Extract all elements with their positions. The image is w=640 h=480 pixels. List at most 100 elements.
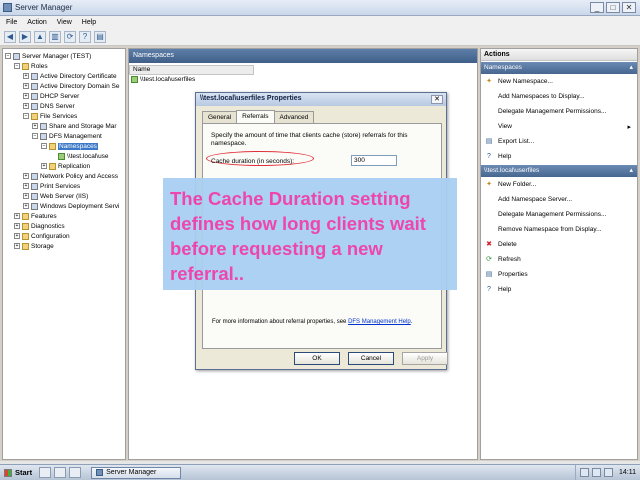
start-button[interactable]: Start [0, 466, 36, 480]
action-item[interactable]: View ▸ [481, 119, 637, 134]
minimize-button[interactable]: _ [590, 2, 604, 13]
forward-icon[interactable]: ▶ [19, 31, 31, 43]
tree-node[interactable]: + Active Directory Domain Se [3, 81, 125, 91]
dfs-help-link[interactable]: DFS Management Help [348, 319, 411, 325]
tab-advanced[interactable]: Advanced [273, 111, 315, 123]
taskbar-item-server-manager[interactable]: Server Manager [91, 466, 182, 479]
tree-node[interactable]: + Windows Deployment Servi [3, 201, 125, 211]
expand-toggle-icon[interactable]: + [14, 243, 20, 249]
tree-node[interactable]: + Storage [3, 241, 125, 251]
folder-icon [22, 242, 29, 250]
tree-node[interactable]: + Web Server (IIS) [3, 191, 125, 201]
close-button[interactable]: ✕ [622, 2, 636, 13]
tree-node[interactable]: + Features [3, 211, 125, 221]
tree-node[interactable]: \\test.local\use [3, 151, 125, 161]
back-icon[interactable]: ◀ [4, 31, 16, 43]
expand-toggle-icon[interactable]: − [32, 133, 38, 139]
up-icon[interactable]: ▲ [34, 31, 46, 43]
collapse-arrow-icon[interactable]: ▴ [629, 63, 633, 71]
menu-file[interactable]: File [6, 19, 17, 26]
expand-toggle-icon[interactable]: + [14, 223, 20, 229]
section-label: \\test.local\userfiles [484, 167, 540, 174]
refresh-icon[interactable]: ⟳ [64, 31, 76, 43]
tree-node-label: Share and Storage Mar [49, 122, 117, 130]
expand-toggle-icon[interactable]: − [5, 53, 11, 59]
action-item[interactable]: ? Help [481, 149, 637, 164]
clock[interactable]: 14:11 [619, 469, 636, 476]
taskbar: Start Server Manager 14:11 [0, 464, 640, 480]
tree-node[interactable]: − DFS Management [3, 131, 125, 141]
tree-node[interactable]: + Configuration [3, 231, 125, 241]
action-item[interactable]: ? Help [481, 282, 637, 297]
explorer-quicklaunch-icon[interactable] [69, 467, 82, 478]
expand-toggle-icon[interactable]: + [23, 203, 29, 209]
delete-icon: ✖ [486, 240, 492, 248]
column-header-name[interactable]: Name [129, 65, 254, 75]
action-item[interactable]: ▤ Properties [481, 267, 637, 282]
network-icon[interactable] [592, 468, 601, 477]
role-icon [31, 192, 38, 200]
language-icon[interactable] [580, 468, 589, 477]
powershell-quicklaunch-icon[interactable] [54, 467, 67, 478]
expand-toggle-icon[interactable]: + [14, 213, 20, 219]
action-item[interactable]: ✖ Delete [481, 237, 637, 252]
maximize-button[interactable]: □ [606, 2, 620, 13]
expand-toggle-icon[interactable]: − [14, 63, 20, 69]
action-item[interactable]: ▤ Export List... [481, 134, 637, 149]
collapse-arrow-icon[interactable]: ▴ [629, 166, 633, 174]
tree-node[interactable]: − Roles [3, 61, 125, 71]
tree-node[interactable]: + DNS Server [3, 101, 125, 111]
cache-duration-input[interactable]: 300 [351, 155, 397, 166]
expand-toggle-icon[interactable]: + [23, 183, 29, 189]
tree-node[interactable]: + Diagnostics [3, 221, 125, 231]
action-item[interactable]: Remove Namespace from Display... [481, 222, 637, 237]
folder-icon [22, 62, 29, 70]
cancel-button[interactable]: Cancel [348, 352, 394, 365]
ok-button[interactable]: OK [294, 352, 340, 365]
tree-node[interactable]: + Replication [3, 161, 125, 171]
action-item[interactable]: Add Namespaces to Display... [481, 89, 637, 104]
list-item[interactable]: \\test.local\userfiles [131, 76, 195, 83]
expand-toggle-icon[interactable]: + [23, 73, 29, 79]
properties-icon[interactable]: ▤ [94, 31, 106, 43]
tree-node[interactable]: + Print Services [3, 181, 125, 191]
tree-node[interactable]: + Share and Storage Mar [3, 121, 125, 131]
show-hide-tree-icon[interactable]: ▥ [49, 31, 61, 43]
expand-toggle-icon[interactable]: + [32, 123, 38, 129]
dialog-close-button[interactable]: ✕ [431, 95, 443, 104]
action-label: Delegate Management Permissions... [498, 108, 607, 115]
expand-toggle-icon[interactable]: + [23, 83, 29, 89]
menu-help[interactable]: Help [82, 19, 96, 26]
expand-toggle-icon[interactable]: + [41, 163, 47, 169]
server-manager-quicklaunch-icon[interactable] [39, 467, 52, 478]
volume-icon[interactable] [604, 468, 613, 477]
expand-toggle-icon[interactable]: + [23, 103, 29, 109]
apply-button[interactable]: Apply [402, 352, 448, 365]
menu-action[interactable]: Action [27, 19, 46, 26]
expand-toggle-icon[interactable]: − [41, 143, 47, 149]
tree-node[interactable]: − Namespaces [3, 141, 125, 151]
action-item[interactable]: ✦ New Namespace... [481, 74, 637, 89]
actions-section-header[interactable]: Namespaces ▴ [481, 62, 637, 74]
help-icon[interactable]: ? [79, 31, 91, 43]
menu-view[interactable]: View [57, 19, 72, 26]
actions-section-header[interactable]: \\test.local\userfiles ▴ [481, 165, 637, 177]
expand-toggle-icon[interactable]: − [23, 113, 29, 119]
tree-node[interactable]: + Network Policy and Access [3, 171, 125, 181]
expand-toggle-icon[interactable]: + [14, 233, 20, 239]
tree-node[interactable]: − File Services [3, 111, 125, 121]
expand-toggle-icon[interactable]: + [23, 173, 29, 179]
tree-node[interactable]: + DHCP Server [3, 91, 125, 101]
action-item[interactable]: ✦ New Folder... [481, 177, 637, 192]
tree-node[interactable]: − Server Manager (TEST) [3, 51, 125, 61]
action-item[interactable]: Delegate Management Permissions... [481, 207, 637, 222]
tab-referrals[interactable]: Referrals [236, 110, 275, 123]
action-item[interactable]: ⟳ Refresh [481, 252, 637, 267]
expand-toggle-icon[interactable]: + [23, 193, 29, 199]
tab-general[interactable]: General [202, 111, 238, 123]
action-item[interactable]: Add Namespace Server... [481, 192, 637, 207]
actions-title: Actions [481, 49, 637, 61]
action-item[interactable]: Delegate Management Permissions... [481, 104, 637, 119]
expand-toggle-icon[interactable]: + [23, 93, 29, 99]
tree-node[interactable]: + Active Directory Certificate [3, 71, 125, 81]
